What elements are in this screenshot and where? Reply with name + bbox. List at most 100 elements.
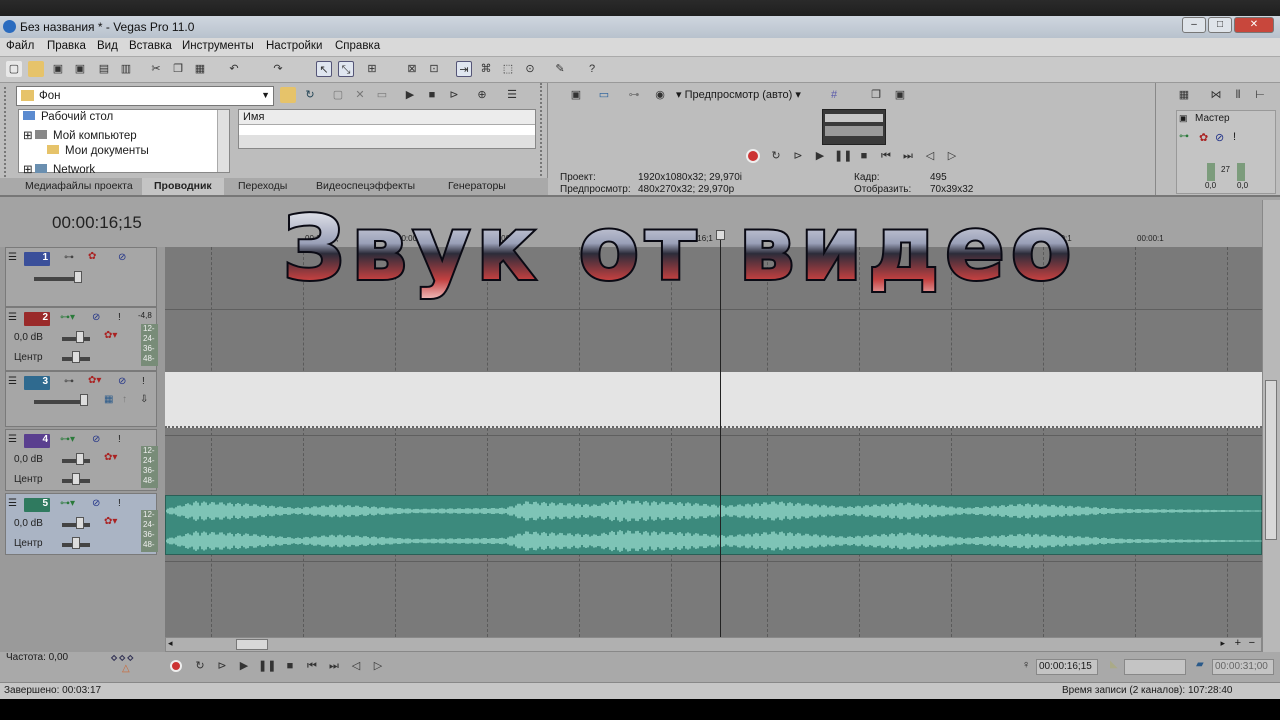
mute-icon[interactable]: ⊘ <box>118 252 126 263</box>
enable-snapping-icon[interactable]: ⊞ <box>364 61 380 77</box>
preview-play-icon[interactable]: ▶ <box>812 148 828 164</box>
file-list-hscrollbar[interactable] <box>239 135 535 148</box>
track-header-4[interactable]: ☰ 4 ⊶▾ ⊘ ! 0,0 dB ✿▾ Центр 12- 24- 36- 48- <box>5 429 158 491</box>
track-lane-4[interactable] <box>165 436 1262 499</box>
gear-icon[interactable]: ✿▾ <box>104 516 117 527</box>
transport-prev-frame-icon[interactable]: ◁ <box>348 658 364 674</box>
master-mute-icon[interactable]: ⊘ <box>1215 131 1224 144</box>
track-header-1[interactable]: ☰ 1 ⊶ ✿ ⊘ <box>5 247 157 307</box>
video-event[interactable] <box>165 372 1262 428</box>
previous-frame-icon[interactable]: ◁ <box>922 148 938 164</box>
zoom-tool-icon[interactable]: ⊙ <box>522 61 538 77</box>
undo-icon[interactable]: ↶ <box>226 61 242 77</box>
play-from-start-icon[interactable]: ⊳ <box>790 148 806 164</box>
pan-slider-knob[interactable] <box>72 537 80 549</box>
motion-icon[interactable]: ▦ <box>104 394 113 405</box>
volume-fader-knob[interactable] <box>76 331 84 343</box>
cut-icon[interactable]: ✂ <box>148 61 164 77</box>
volume-fader-knob[interactable] <box>76 453 84 465</box>
next-frame-icon[interactable]: ▷ <box>944 148 960 164</box>
track-fx-icon[interactable]: ⊶▾ <box>60 434 75 445</box>
insert-bus-icon[interactable]: ⊢ <box>1252 87 1268 103</box>
copy-icon[interactable]: ❐ <box>170 61 186 77</box>
file-list-header[interactable]: Имя <box>239 110 535 125</box>
tab-video-fx[interactable]: Видеоспецэффекты <box>316 180 415 192</box>
tab-generators[interactable]: Генераторы <box>448 180 506 192</box>
minimize-button[interactable]: – <box>1182 17 1206 33</box>
collapse-icon[interactable]: ☰ <box>8 498 17 509</box>
time-ruler[interactable]: 00:00:15; 00:00:1 00:00:15; 00:00:16;1 1… <box>165 232 1262 247</box>
menu-help[interactable]: Справка <box>335 40 380 52</box>
track-header-3[interactable]: ☰ 3 ⊶ ✿▾ ⊘ ! ▦ ↑ ⇩ <box>5 371 157 427</box>
composite-mode-icon[interactable]: ⊶ <box>64 376 74 387</box>
ignore-grouping-icon[interactable]: ⊡ <box>426 61 442 77</box>
rate-marker-icon[interactable]: △ <box>122 663 130 674</box>
mute-icon[interactable]: ⊘ <box>92 498 100 509</box>
scrollbar-thumb[interactable] <box>236 639 268 650</box>
track-lane-2[interactable] <box>165 310 1262 373</box>
selection-start-field[interactable] <box>1124 659 1186 675</box>
pan-slider-knob[interactable] <box>72 351 80 363</box>
selection-tool-icon[interactable]: ⬚ <box>500 61 516 77</box>
lock-envelopes-icon[interactable]: ⌘ <box>478 61 494 77</box>
render-icon[interactable]: ▤ <box>96 61 112 77</box>
menu-view[interactable]: Вид <box>97 40 118 52</box>
scroll-left-icon[interactable]: ◂ <box>168 638 173 649</box>
gear-icon[interactable]: ✿▾ <box>104 330 117 341</box>
transport-go-start-icon[interactable]: ⏮ <box>304 658 320 674</box>
master-solo-icon[interactable]: ! <box>1233 131 1236 143</box>
preview-quality-dropdown[interactable]: ▾ Предпросмотр (авто) ▾ <box>676 88 801 101</box>
auto-preview-icon[interactable]: ⊳ <box>446 87 462 103</box>
zoom-out-icon[interactable]: − <box>1249 637 1255 649</box>
timeline-horizontal-scrollbar[interactable]: ◂ ▸ + − <box>165 637 1262 652</box>
split-screen-icon[interactable]: ◉ <box>652 87 668 103</box>
transport-stop-icon[interactable]: ■ <box>282 658 298 674</box>
level-fader[interactable] <box>34 400 84 404</box>
collapse-icon[interactable]: ☰ <box>8 252 17 263</box>
menu-edit[interactable]: Правка <box>47 40 86 52</box>
record-icon[interactable] <box>746 149 760 163</box>
up-folder-icon[interactable] <box>280 87 296 103</box>
save-icon[interactable]: ▣ <box>50 61 66 77</box>
external-monitor-icon[interactable]: ▭ <box>596 87 612 103</box>
preview-properties-icon[interactable]: ▣ <box>568 87 584 103</box>
master-fx-icon[interactable]: ⊶ <box>1179 131 1189 142</box>
copy-snapshot-icon[interactable]: ❐ <box>868 87 884 103</box>
mute-icon[interactable]: ⊘ <box>118 376 126 387</box>
tree-item-desktop[interactable]: Рабочий стол <box>23 111 113 123</box>
track-fx-icon[interactable]: ✿▾ <box>88 375 101 386</box>
save-as-icon[interactable]: ▣ <box>72 61 88 77</box>
dim-output-icon[interactable]: ⫴ <box>1230 87 1246 103</box>
menu-options[interactable]: Настройки <box>266 40 322 52</box>
level-fader-knob[interactable] <box>80 394 88 406</box>
properties-icon[interactable]: ▥ <box>118 61 134 77</box>
tree-scrollbar[interactable] <box>217 110 229 172</box>
master-gear-icon[interactable]: ✿ <box>1199 131 1208 144</box>
track-fx-icon[interactable]: ⊶▾ <box>60 498 75 509</box>
collapse-icon[interactable]: ☰ <box>8 434 17 445</box>
level-fader-knob[interactable] <box>74 271 82 283</box>
refresh-icon[interactable]: ↻ <box>302 87 318 103</box>
auto-crossfade-icon[interactable]: ⊠ <box>404 61 420 77</box>
pan-slider-knob[interactable] <box>72 473 80 485</box>
mixer-icon[interactable]: ▦ <box>1176 87 1192 103</box>
solo-icon[interactable]: ! <box>142 376 145 387</box>
tab-explorer[interactable]: Проводник <box>142 178 224 195</box>
fx-icon[interactable]: ⊶ <box>626 87 642 103</box>
close-button[interactable]: ✕ <box>1234 17 1274 33</box>
mute-icon[interactable]: ⊘ <box>92 312 100 323</box>
menu-file[interactable]: Файл <box>6 40 34 52</box>
help-pointer-icon[interactable]: ? <box>584 61 600 77</box>
menu-insert[interactable]: Вставка <box>129 40 172 52</box>
tree-item-my-documents[interactable]: Мои документы <box>23 145 149 157</box>
go-to-end-icon[interactable]: ⏭ <box>900 148 916 164</box>
downmix-icon[interactable]: ⋈ <box>1208 87 1224 103</box>
transport-play-from-start-icon[interactable]: ⊳ <box>214 658 230 674</box>
delete-icon[interactable]: ✕ <box>352 87 368 103</box>
solo-icon[interactable]: ! <box>118 498 121 509</box>
envelope-tool-icon[interactable]: ⤡ <box>338 61 354 77</box>
normal-edit-tool-icon[interactable]: ↖ <box>316 61 332 77</box>
explorer-path-dropdown[interactable]: Фон ▼ <box>16 86 274 106</box>
track-fx-icon[interactable]: ⊶▾ <box>60 312 75 323</box>
transport-go-end-icon[interactable]: ⏭ <box>326 658 342 674</box>
